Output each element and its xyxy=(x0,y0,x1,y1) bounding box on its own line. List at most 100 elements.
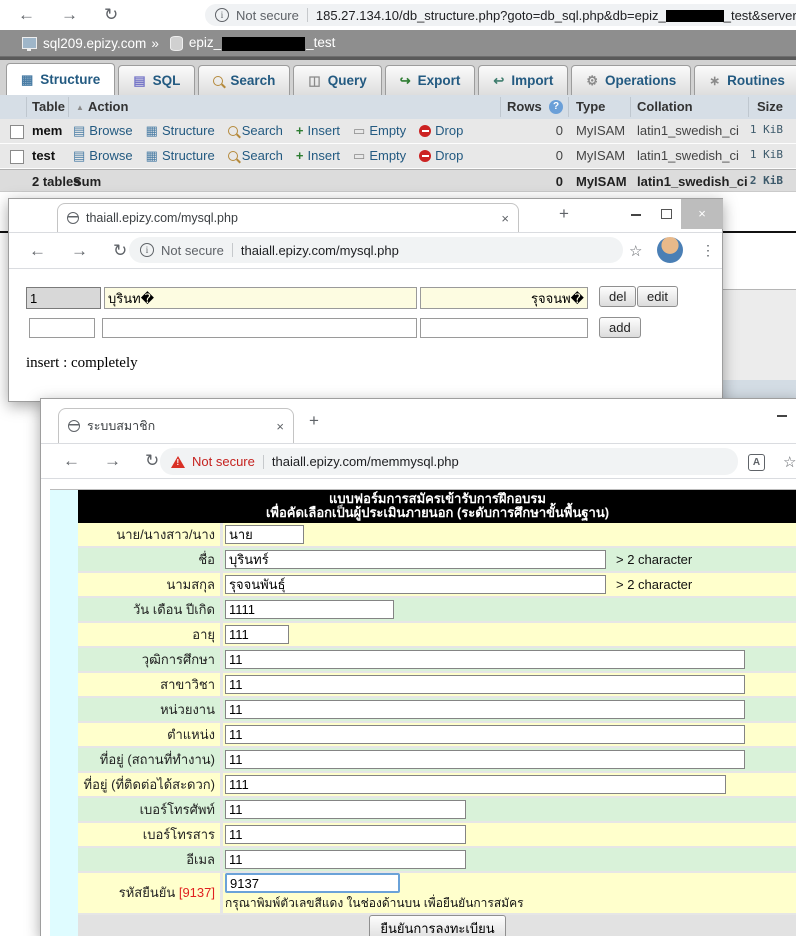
col-header-type[interactable]: Type xyxy=(576,99,605,114)
field-input[interactable] xyxy=(225,525,304,544)
sum-size: 2 KiB xyxy=(735,174,783,187)
action-insert[interactable]: +Insert xyxy=(296,123,340,138)
col-header-rows[interactable]: Rows xyxy=(507,99,542,114)
tab-structure[interactable]: ▦Structure xyxy=(6,63,115,95)
col-header-collation[interactable]: Collation xyxy=(637,99,693,114)
action-empty[interactable]: ▭Empty xyxy=(353,123,406,138)
back-icon[interactable]: ← xyxy=(29,236,46,266)
tab-close-icon[interactable]: × xyxy=(276,419,284,434)
close-icon[interactable] xyxy=(681,199,723,229)
minimize-icon[interactable] xyxy=(777,415,787,417)
row-checkbox[interactable] xyxy=(10,125,24,139)
action-structure[interactable]: ▦Structure xyxy=(146,123,215,138)
action-search[interactable]: Search xyxy=(228,148,283,163)
back-icon[interactable]: ← xyxy=(63,446,80,476)
warning-icon[interactable] xyxy=(171,456,185,468)
action-browse[interactable]: ▤Browse xyxy=(73,123,133,138)
redaction-box xyxy=(222,37,305,51)
row-actions: ▤Browse ▦Structure Search +Insert ▭Empty Drop xyxy=(73,148,476,163)
bookmark-star-icon[interactable]: ☆ xyxy=(629,242,642,260)
address-bar[interactable]: Not secure thaiall.epizy.com/memmysql.ph… xyxy=(160,448,738,475)
tab-search[interactable]: Search xyxy=(198,65,290,95)
row-checkbox[interactable] xyxy=(10,150,24,164)
reload-icon[interactable]: ↻ xyxy=(113,236,127,266)
forward-icon[interactable]: → xyxy=(71,236,88,266)
field-input[interactable] xyxy=(225,725,745,744)
breadcrumb-host[interactable]: sql209.epizy.com xyxy=(43,36,146,51)
field-label: วัน เดือน ปีเกิด xyxy=(78,598,223,621)
add-button[interactable]: add xyxy=(599,317,641,338)
new-id-field[interactable] xyxy=(29,318,95,338)
tab-import[interactable]: ↩Import xyxy=(478,65,568,95)
field-input[interactable] xyxy=(225,825,466,844)
form-row: สาขาวิชา xyxy=(78,673,796,698)
url-text: thaiall.epizy.com/mysql.php xyxy=(241,243,399,258)
action-browse[interactable]: ▤Browse xyxy=(73,148,133,163)
field-input[interactable] xyxy=(225,575,606,594)
menu-dots-icon[interactable]: ⋮ xyxy=(701,242,715,259)
forward-icon[interactable]: → xyxy=(61,0,78,30)
help-icon[interactable] xyxy=(549,100,563,114)
field-input[interactable] xyxy=(225,650,745,669)
table-name[interactable]: mem xyxy=(32,123,62,138)
submit-button[interactable]: ยืนยันการลงทะเบียน xyxy=(369,915,505,936)
new-tab-icon[interactable]: + xyxy=(309,411,319,431)
security-label: Not secure xyxy=(192,454,255,469)
field-input[interactable] xyxy=(225,675,745,694)
action-insert[interactable]: +Insert xyxy=(296,148,340,163)
action-label: Structure xyxy=(162,123,215,138)
translate-icon[interactable] xyxy=(748,454,765,471)
tab-export[interactable]: ↪Export xyxy=(385,65,476,95)
record-id-field[interactable] xyxy=(26,287,101,309)
new-surname-field[interactable] xyxy=(420,318,588,338)
action-label: Empty xyxy=(369,123,406,138)
field-input[interactable] xyxy=(225,625,289,644)
field-input[interactable] xyxy=(225,850,466,869)
info-icon[interactable] xyxy=(140,243,154,257)
form-title: แบบฟอร์มการสมัครเข้ารับการฝึกอบรม เพื่อค… xyxy=(78,490,796,523)
avatar[interactable] xyxy=(657,237,683,263)
address-bar[interactable]: Not secure 185.27.134.10/db_structure.ph… xyxy=(205,4,796,26)
field-cell xyxy=(223,698,796,721)
field-input[interactable] xyxy=(225,750,745,769)
tab-mysql[interactable]: thaiall.epizy.com/mysql.php × xyxy=(57,203,519,232)
action-structure[interactable]: ▦Structure xyxy=(146,148,215,163)
col-header-table[interactable]: Table xyxy=(32,99,65,114)
field-label: ที่อยู่ (ที่ติดต่อได้สะดวก) xyxy=(78,773,223,796)
field-input[interactable] xyxy=(225,700,745,719)
captcha-input[interactable] xyxy=(225,873,400,893)
col-header-size[interactable]: Size xyxy=(735,99,783,114)
table-name[interactable]: test xyxy=(32,148,55,163)
info-icon[interactable] xyxy=(215,8,229,22)
field-input[interactable] xyxy=(225,800,466,819)
back-icon[interactable]: ← xyxy=(18,0,35,30)
record-name-field[interactable] xyxy=(104,287,417,309)
tab-routines[interactable]: ∗Routines xyxy=(694,65,796,95)
action-empty[interactable]: ▭Empty xyxy=(353,148,406,163)
tab-operations[interactable]: ⚙Operations xyxy=(571,65,691,95)
edit-button[interactable]: edit xyxy=(637,286,678,307)
maximize-icon[interactable] xyxy=(661,209,672,219)
minimize-icon[interactable] xyxy=(631,214,641,216)
forward-icon[interactable]: → xyxy=(104,446,121,476)
action-search[interactable]: Search xyxy=(228,123,283,138)
bookmark-star-icon[interactable]: ☆ xyxy=(783,453,796,471)
field-input[interactable] xyxy=(225,775,726,794)
reload-icon[interactable]: ↻ xyxy=(104,0,118,30)
action-drop[interactable]: Drop xyxy=(419,148,463,163)
field-input[interactable] xyxy=(225,550,606,569)
tab-member[interactable]: ระบบสมาชิก × xyxy=(58,408,294,443)
security-label: Not secure xyxy=(236,8,299,23)
address-bar[interactable]: Not secure thaiall.epizy.com/mysql.php xyxy=(129,237,623,263)
tab-close-icon[interactable]: × xyxy=(501,211,509,226)
tab-sql[interactable]: ▤SQL xyxy=(118,65,195,95)
field-input[interactable] xyxy=(225,600,394,619)
action-drop[interactable]: Drop xyxy=(419,123,463,138)
new-name-field[interactable] xyxy=(102,318,417,338)
breadcrumb-db[interactable]: epiz__test xyxy=(189,35,336,50)
new-tab-icon[interactable]: + xyxy=(559,204,569,224)
record-surname-field[interactable] xyxy=(420,287,588,309)
tab-query[interactable]: ◫Query xyxy=(293,65,381,95)
reload-icon[interactable]: ↻ xyxy=(145,446,159,476)
delete-button[interactable]: del xyxy=(599,286,636,307)
